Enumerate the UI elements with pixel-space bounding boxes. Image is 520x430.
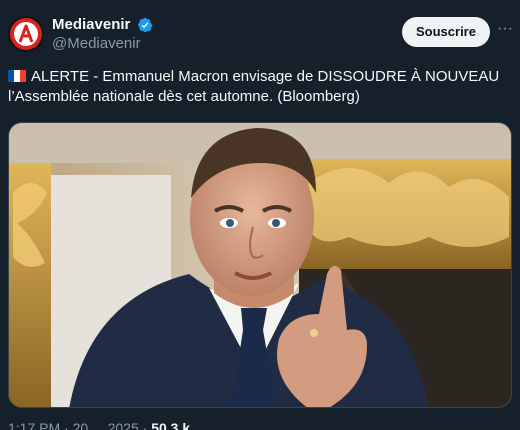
subscribe-button[interactable]: Souscrire bbox=[402, 17, 490, 47]
mediavenir-logo-icon bbox=[18, 24, 34, 43]
photo-of-man-gesturing-icon bbox=[9, 123, 511, 407]
tweet-meta: 1:17 PM · 20 ... 2025 · 50,3 k bbox=[8, 420, 190, 430]
more-options-icon[interactable]: ··· bbox=[496, 21, 514, 42]
tweet-photo[interactable] bbox=[8, 122, 512, 408]
tweet-header: Mediavenir @Mediavenir Souscrire ··· bbox=[8, 14, 514, 58]
view-count: 50,3 k bbox=[151, 420, 191, 430]
author-display-name[interactable]: Mediavenir bbox=[52, 16, 130, 34]
france-flag-icon bbox=[8, 70, 26, 82]
tweet-card[interactable]: Mediavenir @Mediavenir Souscrire ··· ALE… bbox=[0, 0, 520, 430]
tweet-body: ALERTE - Emmanuel Macron envisage de DIS… bbox=[8, 68, 500, 105]
tweet-text: ALERTE - Emmanuel Macron envisage de DIS… bbox=[8, 67, 512, 107]
verified-badge-icon bbox=[137, 17, 153, 33]
author-handle[interactable]: @Mediavenir bbox=[52, 34, 153, 53]
tweet-time[interactable]: 1:17 PM · 20 ... 2025 · bbox=[8, 420, 151, 430]
author-block: Mediavenir @Mediavenir bbox=[52, 16, 153, 53]
avatar[interactable] bbox=[8, 16, 44, 52]
